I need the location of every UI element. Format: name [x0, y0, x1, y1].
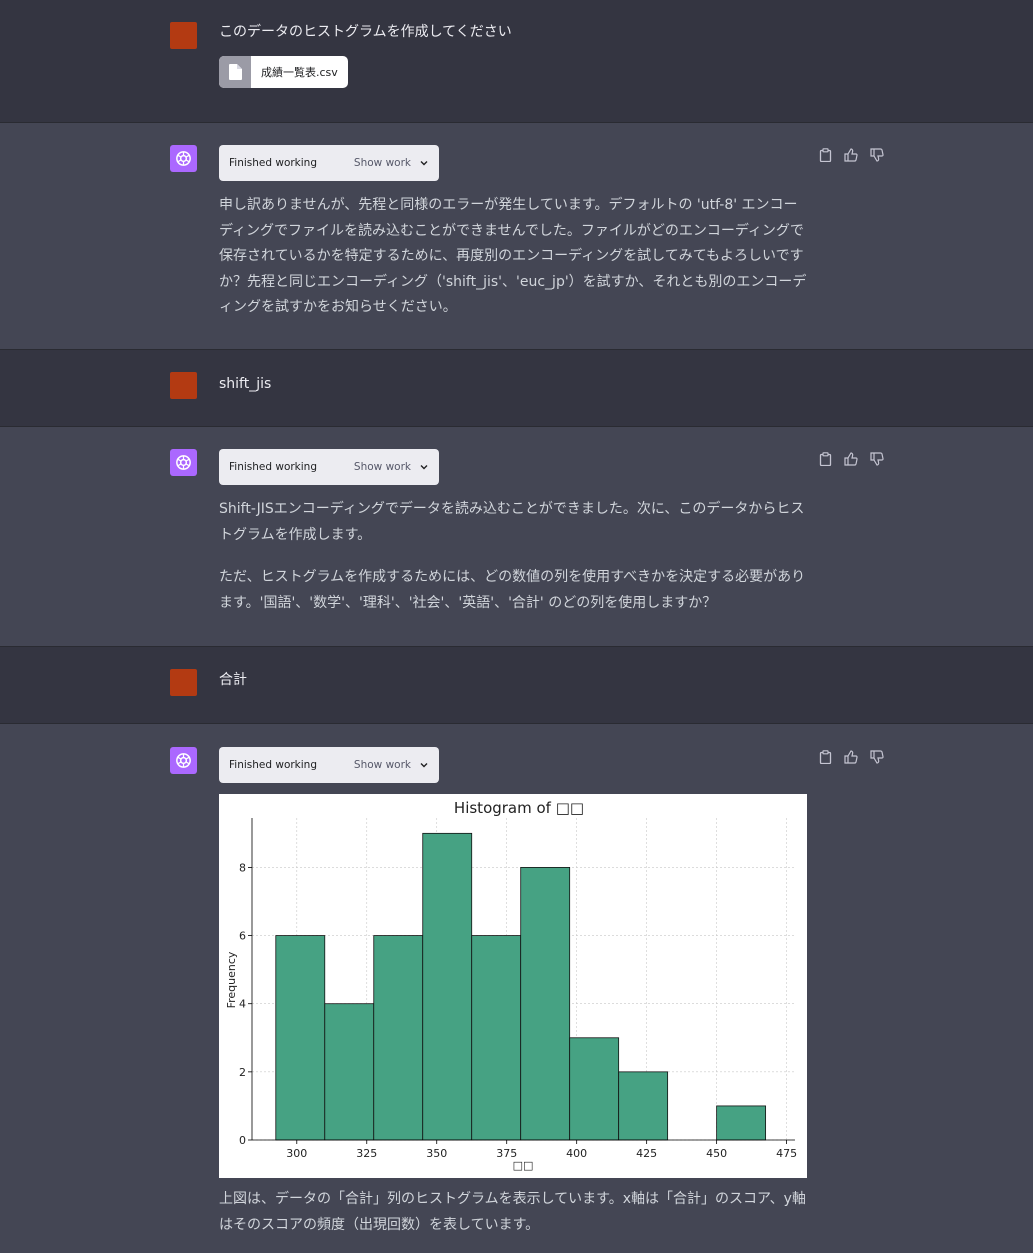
- message-actions: [817, 147, 885, 163]
- chart-title: Histogram of □□: [454, 799, 584, 817]
- y-tick-label: 0: [239, 1134, 246, 1147]
- paragraph: Shift-JISエンコーディングでデータを読み込むことができました。次に、この…: [219, 501, 805, 543]
- show-work-label: Show work: [353, 461, 411, 473]
- y-axis-label: Frequency: [225, 951, 238, 1008]
- chevron-down-icon: [420, 161, 428, 166]
- x-tick-label: 450: [706, 1147, 727, 1160]
- chevron-down-icon: [420, 465, 428, 470]
- chevron-down-icon: [420, 763, 428, 768]
- thumbs-up-icon[interactable]: [843, 451, 859, 467]
- x-tick-label: 425: [636, 1147, 657, 1160]
- histogram-bar: [324, 1003, 375, 1141]
- openai-logo-icon: [170, 145, 197, 172]
- paragraph: ただ、ヒストグラムを作成するためには、どの数値の列を使用すべきかを決定する必要が…: [219, 569, 806, 611]
- y-tick-label: 2: [239, 1066, 246, 1079]
- histogram-bar: [569, 1037, 620, 1141]
- y-tick-label: 4: [239, 998, 246, 1011]
- copy-icon[interactable]: [817, 451, 833, 467]
- user-avatar: [170, 372, 197, 399]
- status-label: Finished working: [229, 461, 317, 473]
- finished-working-toggle[interactable]: Finished working Show work: [219, 145, 439, 181]
- copy-icon[interactable]: [817, 749, 833, 765]
- histogram-bar: [373, 935, 424, 1141]
- openai-logo-icon: [170, 449, 197, 476]
- thumbs-up-icon[interactable]: [843, 147, 859, 163]
- y-tick-label: 6: [239, 930, 246, 943]
- thumbs-up-icon[interactable]: [843, 749, 859, 765]
- user-avatar: [170, 669, 197, 696]
- message-actions: [817, 749, 885, 765]
- thumbs-down-icon[interactable]: [869, 749, 885, 765]
- user-message-2: shift_jis: [0, 350, 1033, 427]
- assistant-message-3: Finished working Show work 300 325 350 375 4…: [0, 724, 1033, 1253]
- user-message-3: 合計: [0, 647, 1033, 724]
- user-message-text: 合計: [219, 672, 247, 688]
- copy-icon[interactable]: [817, 147, 833, 163]
- x-tick-label: 350: [426, 1147, 447, 1160]
- file-attachment[interactable]: 成績一覧表.csv: [219, 56, 348, 88]
- histogram-bar: [618, 1071, 669, 1141]
- finished-working-toggle[interactable]: Finished working Show work: [219, 747, 439, 783]
- assistant-message-text: 上図は、データの「合計」列のヒストグラムを表示しています。x軸は「合計」のスコア…: [219, 1191, 806, 1233]
- show-work-button[interactable]: Show work: [354, 759, 429, 771]
- file-icon: [219, 56, 251, 88]
- show-work-label: Show work: [353, 157, 411, 169]
- histogram-bar: [471, 935, 522, 1141]
- user-avatar: [170, 22, 197, 49]
- show-work-button[interactable]: Show work: [354, 157, 429, 169]
- histogram-bar: [716, 1105, 767, 1141]
- x-tick-label: 400: [566, 1147, 587, 1160]
- assistant-message-2: Finished working Show work Shift-JISエンコー…: [0, 427, 1033, 647]
- assistant-message-text: Shift-JISエンコーディングでデータを読み込むことができました。次に、この…: [219, 497, 809, 616]
- show-work-button[interactable]: Show work: [354, 461, 429, 473]
- status-label: Finished working: [229, 759, 317, 771]
- histogram-bar: [275, 935, 326, 1141]
- histogram-chart: 300 325 350 375 400 425 450 475 0 2 4 6 8 Histogram …: [219, 794, 807, 1178]
- assistant-message-text: 申し訳ありませんが、先程と同様のエラーが発生しています。デフォルトの 'utf-…: [219, 197, 807, 315]
- user-message-1: このデータのヒストグラムを作成してください 成績一覧表.csv: [0, 0, 1033, 123]
- show-work-label: Show work: [353, 759, 411, 771]
- assistant-message-1: Finished working Show work 申し訳ありませんが、先程と…: [0, 123, 1033, 350]
- status-label: Finished working: [229, 157, 317, 169]
- file-name: 成績一覧表.csv: [261, 66, 338, 79]
- x-tick-label: 325: [356, 1147, 377, 1160]
- x-tick-label: 475: [776, 1147, 797, 1160]
- user-message-text: shift_jis: [219, 376, 272, 392]
- x-axis-label: □□: [513, 1159, 534, 1172]
- user-message-text: このデータのヒストグラムを作成してください: [219, 24, 512, 40]
- histogram-bar: [422, 832, 473, 1141]
- x-tick-label: 300: [286, 1147, 307, 1160]
- finished-working-toggle[interactable]: Finished working Show work: [219, 449, 439, 485]
- openai-logo-icon: [170, 747, 197, 774]
- histogram-svg: 300 325 350 375 400 425 450 47502468 Histogram …: [225, 799, 797, 1172]
- y-tick-label: 8: [239, 861, 246, 874]
- message-actions: [817, 451, 885, 467]
- histogram-bar: [520, 867, 571, 1141]
- thumbs-down-icon[interactable]: [869, 451, 885, 467]
- thumbs-down-icon[interactable]: [869, 147, 885, 163]
